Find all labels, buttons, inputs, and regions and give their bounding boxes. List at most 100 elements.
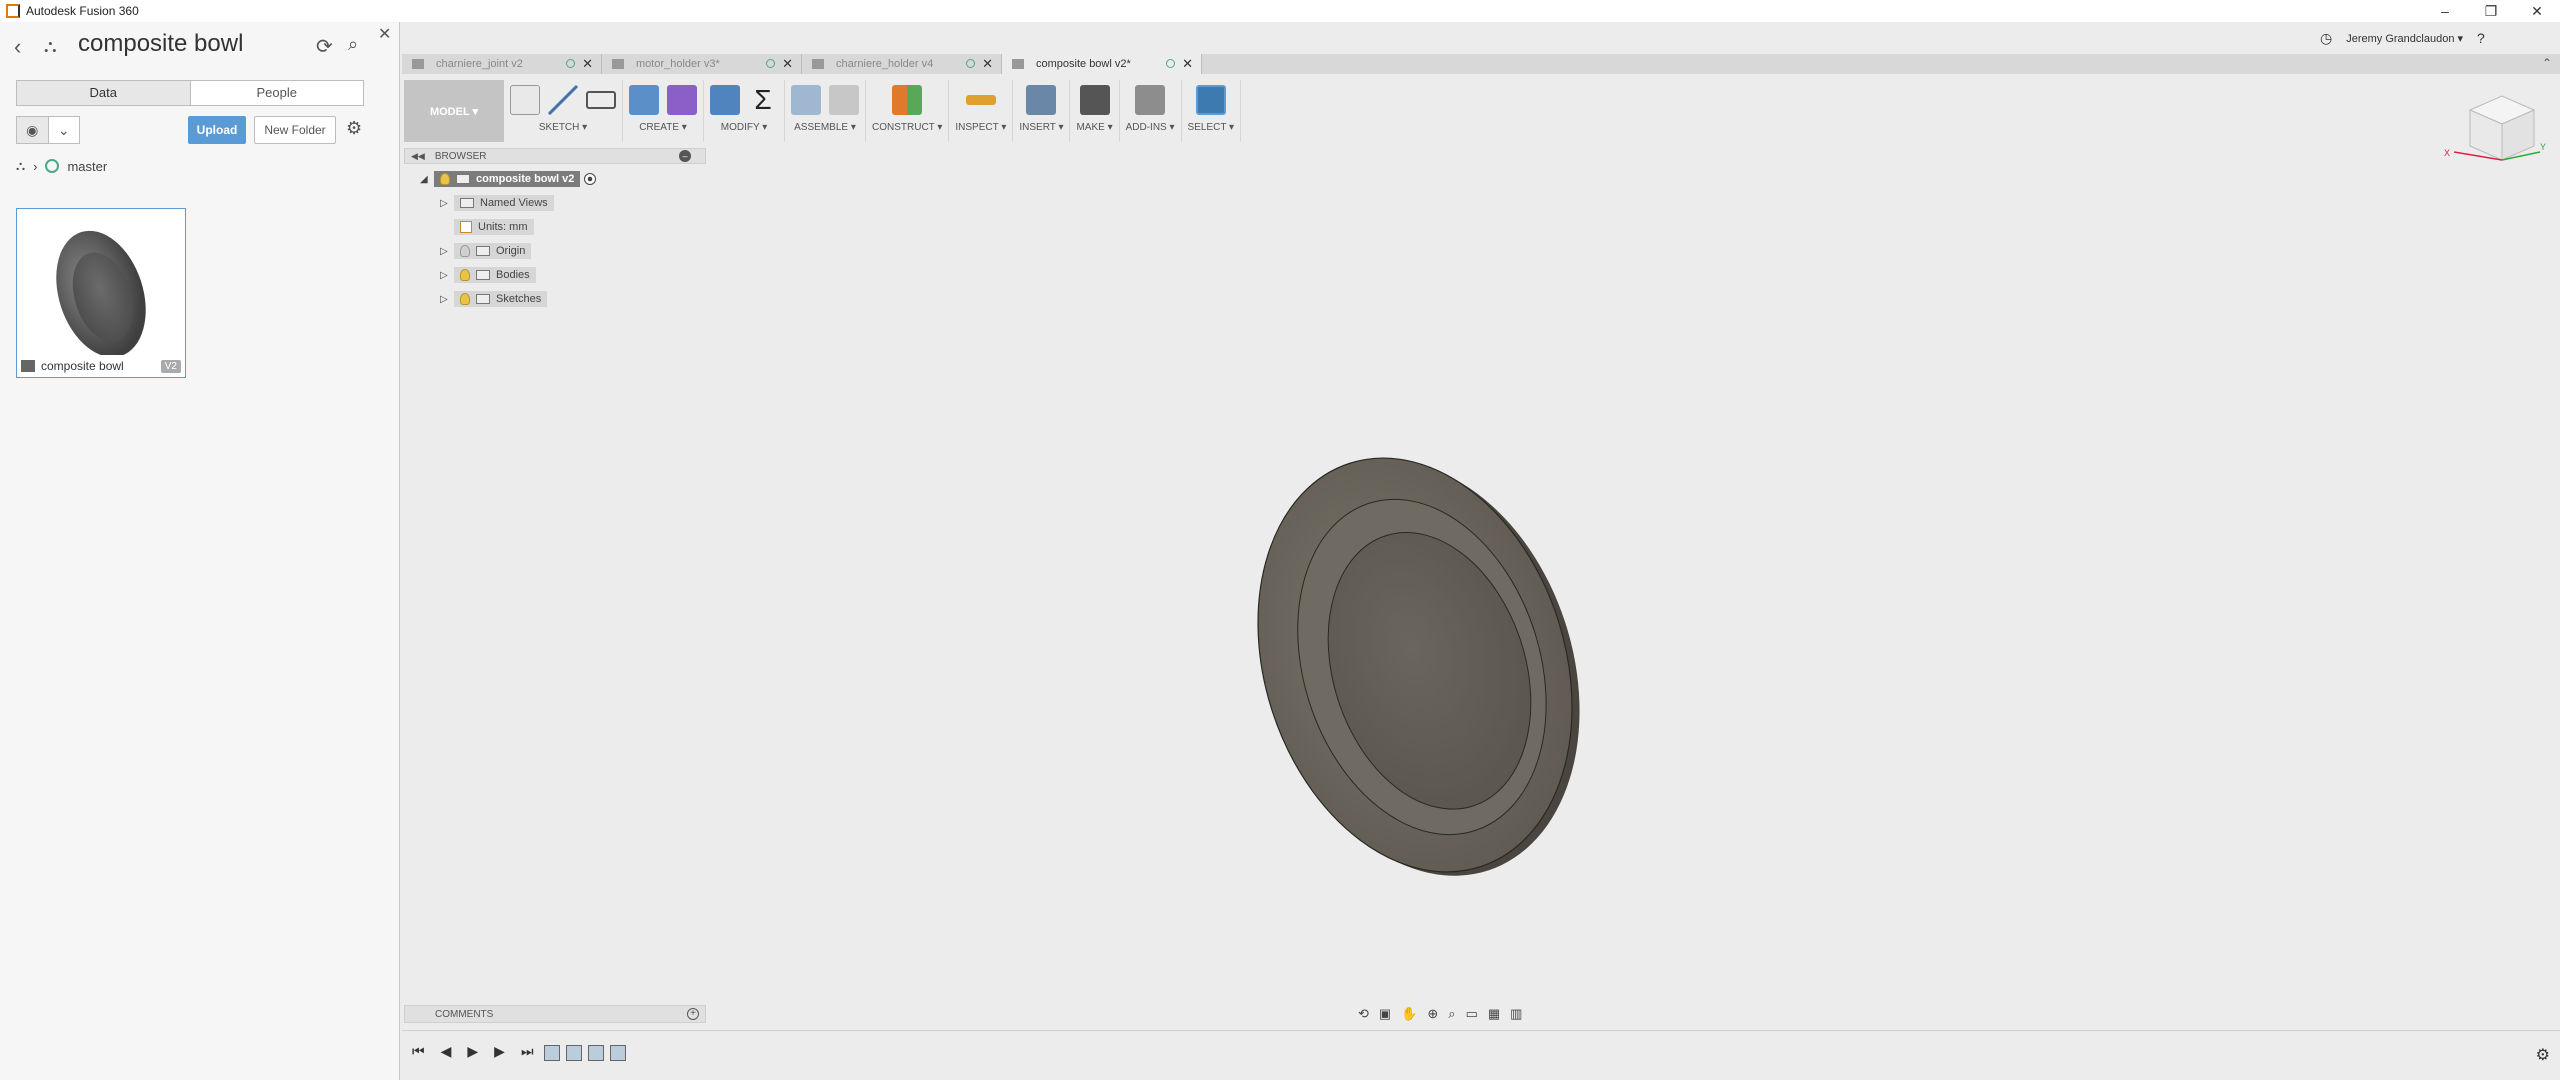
timeline-feature-revolve[interactable]: [566, 1045, 582, 1061]
3d-print-icon[interactable]: [1079, 85, 1110, 115]
visibility-bulb-icon[interactable]: [440, 173, 450, 185]
construct-menu[interactable]: CONSTRUCT ▾: [872, 122, 942, 133]
user-menu[interactable]: Jeremy Grandclaudon ▾: [2346, 32, 2463, 45]
select-icon[interactable]: [1195, 85, 1226, 115]
file-card[interactable]: composite bowl V2: [16, 208, 186, 378]
visibility-bulb-icon[interactable]: [460, 245, 470, 257]
job-status-icon[interactable]: ◷: [2320, 30, 2332, 47]
visibility-bulb-icon[interactable]: [460, 293, 470, 305]
browser-root-node[interactable]: ◢ composite bowl v2: [420, 170, 597, 188]
close-panel-icon[interactable]: ✕: [378, 24, 391, 44]
step-back-icon[interactable]: ◀: [441, 1043, 452, 1060]
close-window-icon[interactable]: ✕: [2514, 0, 2560, 22]
help-icon[interactable]: ?: [2477, 30, 2485, 46]
close-tab-icon[interactable]: ✕: [982, 56, 993, 72]
scripts-icon[interactable]: [1135, 85, 1166, 115]
window-title: Autodesk Fusion 360: [26, 4, 139, 18]
extrude-icon[interactable]: [629, 85, 659, 115]
doc-tab[interactable]: charniere_joint v2 ✕: [402, 54, 602, 74]
go-to-end-icon[interactable]: ⏭: [521, 1043, 534, 1060]
tab-data[interactable]: Data: [17, 81, 191, 105]
workspace-switcher[interactable]: MODEL ▾: [404, 80, 504, 142]
bowl-model[interactable]: [1245, 445, 1585, 885]
sketch-menu[interactable]: SKETCH ▾: [539, 122, 587, 133]
canvas-image-icon[interactable]: [1026, 85, 1057, 115]
create-menu[interactable]: CREATE ▾: [639, 122, 687, 133]
activate-icon[interactable]: [584, 173, 597, 185]
collapse-icon[interactable]: ⌃: [2542, 56, 2552, 70]
back-icon[interactable]: ‹: [14, 34, 21, 60]
expand-icon[interactable]: ▷: [440, 198, 454, 209]
close-tab-icon[interactable]: ✕: [1182, 56, 1193, 72]
select-menu[interactable]: SELECT ▾: [1188, 122, 1235, 133]
gear-icon[interactable]: ⚙: [346, 118, 362, 139]
measure-icon[interactable]: [965, 95, 996, 105]
play-icon[interactable]: ▶: [467, 1043, 478, 1060]
modify-menu[interactable]: MODIFY ▾: [721, 122, 768, 133]
fit-icon[interactable]: ⌕: [1448, 1006, 1455, 1022]
parameters-icon[interactable]: Σ: [748, 85, 778, 115]
expand-icon[interactable]: ▷: [440, 270, 454, 281]
refresh-icon[interactable]: ⟳: [316, 34, 333, 59]
close-tab-icon[interactable]: ✕: [782, 56, 793, 72]
doc-tab-active[interactable]: composite bowl v2* ✕: [1002, 54, 1202, 74]
doc-tab[interactable]: motor_holder v3* ✕: [602, 54, 802, 74]
hub-icon[interactable]: ⛬: [16, 158, 25, 174]
joint-icon[interactable]: [829, 85, 859, 115]
go-to-start-icon[interactable]: ⏮: [412, 1043, 425, 1060]
branch-label[interactable]: master: [67, 159, 107, 174]
assemble-menu[interactable]: ASSEMBLE ▾: [794, 122, 856, 133]
viewcube[interactable]: X Y: [2440, 90, 2546, 180]
create-sketch-icon[interactable]: [510, 85, 540, 115]
browser-node-units[interactable]: Units: mm: [440, 218, 534, 236]
chevron-down-icon[interactable]: ⌄: [49, 117, 80, 143]
eye-icon[interactable]: ◉: [17, 117, 49, 143]
new-component-icon[interactable]: [791, 85, 821, 115]
browser-node-origin[interactable]: ▷ Origin: [440, 242, 532, 260]
minimize-browser-icon[interactable]: –: [679, 150, 691, 162]
browser-node-sketches[interactable]: ▷ Sketches: [440, 290, 548, 308]
upload-button[interactable]: Upload: [188, 116, 246, 144]
restore-icon[interactable]: ❐: [2468, 0, 2514, 22]
browser-node-bodies[interactable]: ▷ Bodies: [440, 266, 536, 284]
minimize-icon[interactable]: –: [2422, 0, 2468, 22]
make-menu[interactable]: MAKE ▾: [1076, 122, 1112, 133]
new-folder-button[interactable]: New Folder: [254, 116, 336, 144]
collapse-left-icon[interactable]: ◀◀: [411, 151, 425, 162]
addins-group: ADD-INS ▾: [1120, 80, 1182, 142]
expand-icon[interactable]: ▷: [440, 294, 454, 305]
doc-tab[interactable]: charniere_holder v4 ✕: [802, 54, 1002, 74]
inspect-menu[interactable]: INSPECT ▾: [955, 122, 1006, 133]
insert-menu[interactable]: INSERT ▾: [1019, 122, 1063, 133]
rectangle-icon[interactable]: [586, 91, 616, 109]
timeline-feature-fillet[interactable]: [588, 1045, 604, 1061]
browser-header[interactable]: ◀◀ BROWSER –: [404, 148, 706, 164]
addins-menu[interactable]: ADD-INS ▾: [1126, 122, 1175, 133]
press-pull-icon[interactable]: [710, 85, 740, 115]
search-icon[interactable]: ⌕: [348, 34, 358, 55]
timeline-feature-sketch[interactable]: [544, 1045, 560, 1061]
doc-tab-label: charniere_joint v2: [436, 58, 523, 70]
browser-node-named-views[interactable]: ▷ Named Views: [440, 194, 554, 212]
add-comment-icon[interactable]: +: [687, 1008, 699, 1020]
form-icon[interactable]: [667, 85, 697, 115]
step-forward-icon[interactable]: ▶: [494, 1043, 505, 1060]
look-at-icon[interactable]: ▣: [1379, 1006, 1391, 1022]
zoom-icon[interactable]: ⊕: [1427, 1006, 1438, 1022]
visibility-bulb-icon[interactable]: [460, 269, 470, 281]
comments-panel[interactable]: COMMENTS +: [404, 1005, 706, 1023]
line-icon[interactable]: [548, 85, 578, 115]
display-settings-icon[interactable]: ▭: [1466, 1006, 1478, 1022]
close-tab-icon[interactable]: ✕: [582, 56, 593, 72]
expand-icon[interactable]: ▷: [440, 246, 454, 257]
timeline-feature-shell[interactable]: [610, 1045, 626, 1061]
viewports-icon[interactable]: ▥: [1510, 1006, 1522, 1022]
grid-settings-icon[interactable]: ▦: [1488, 1006, 1500, 1022]
expand-icon[interactable]: ◢: [420, 174, 434, 185]
offset-plane-icon[interactable]: [892, 85, 923, 115]
timeline-settings-icon[interactable]: ⚙: [2536, 1045, 2550, 1065]
pan-icon[interactable]: ✋: [1401, 1006, 1417, 1022]
view-toggle[interactable]: ◉ ⌄: [16, 116, 80, 144]
orbit-icon[interactable]: ⟲: [1358, 1006, 1369, 1022]
tab-people[interactable]: People: [191, 81, 364, 105]
